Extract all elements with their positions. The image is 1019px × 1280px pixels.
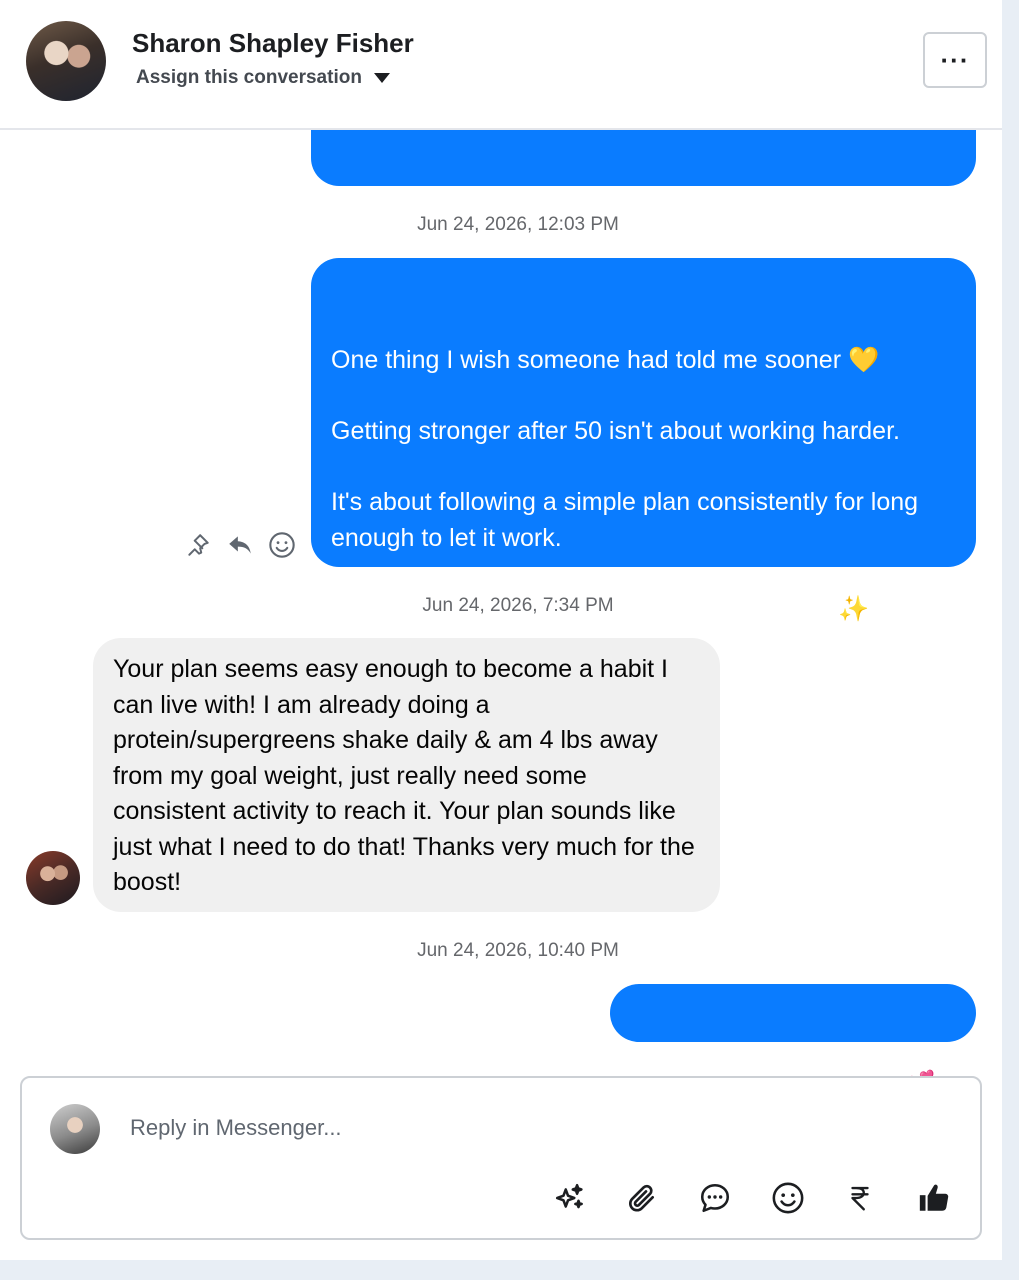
react-icon[interactable] [268, 531, 296, 559]
contact-avatar[interactable] [26, 21, 106, 101]
ai-sparkle-icon[interactable] [550, 1178, 590, 1218]
rupee-payment-icon[interactable] [840, 1178, 880, 1218]
more-options-button[interactable]: ··· [923, 32, 987, 88]
message-bubble-incoming[interactable]: Your plan seems easy enough to become a … [93, 638, 720, 912]
message-hover-actions [184, 528, 296, 562]
attachment-icon[interactable] [622, 1178, 662, 1218]
message-timestamp: Jun 24, 2026, 10:40 PM [417, 940, 619, 961]
reply-input[interactable] [130, 1108, 950, 1148]
conversation-panel: Try it with no weight first to get the f… [0, 0, 1002, 1260]
contact-avatar[interactable] [26, 851, 80, 905]
thumbs-up-icon[interactable] [914, 1178, 954, 1218]
message-text: One thing I wish someone had told me soo… [331, 346, 919, 623]
message-bubble-outgoing[interactable]: That's wonderful to hear 💕 [610, 984, 976, 1098]
caret-down-icon [373, 73, 390, 83]
assign-conversation-dropdown[interactable]: Assign this conversation [136, 67, 390, 89]
conversation-header: Sharon Shapley Fisher Assign this conver… [0, 0, 1002, 130]
user-avatar [50, 1104, 100, 1154]
contact-name[interactable]: Sharon Shapley Fisher [132, 28, 414, 59]
reply-composer [20, 1076, 982, 1240]
composer-toolbar [22, 1178, 984, 1218]
message-bubble-outgoing[interactable]: One thing I wish someone had told me soo… [311, 258, 976, 623]
message-timestamp: Jun 24, 2026, 12:03 PM [417, 214, 619, 235]
reply-icon[interactable] [226, 531, 254, 559]
message-timestamp: Jun 24, 2026, 7:34 PM [422, 595, 614, 616]
message-text: Your plan seems easy enough to become a … [113, 655, 695, 896]
chat-bubble-icon[interactable] [695, 1178, 735, 1218]
emoji-icon[interactable] [768, 1178, 808, 1218]
pin-icon[interactable] [184, 531, 212, 559]
assign-label: Assign this conversation [136, 67, 362, 88]
